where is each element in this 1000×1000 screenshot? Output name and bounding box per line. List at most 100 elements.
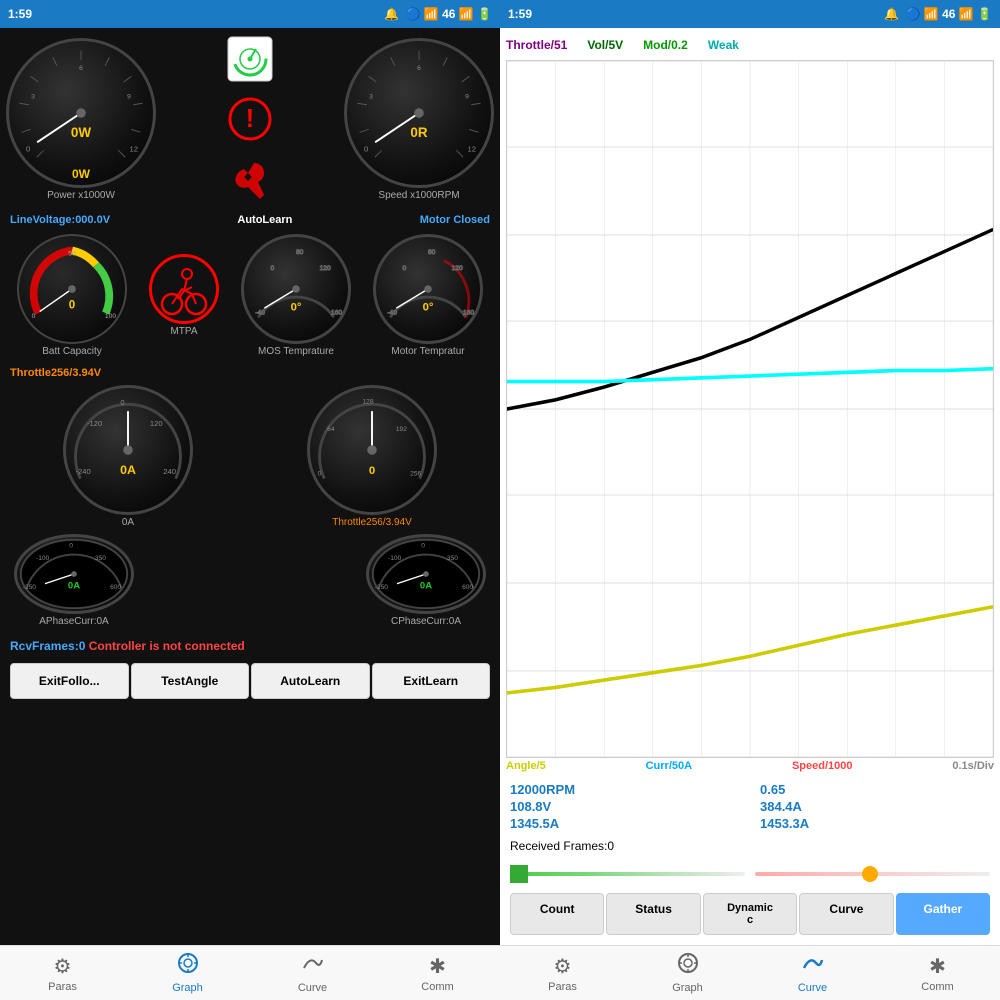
- auto-learn-label: AutoLearn: [237, 214, 292, 226]
- svg-text:256: 256: [410, 471, 421, 478]
- green-slider[interactable]: [510, 865, 745, 883]
- right-graph-icon: [677, 952, 699, 980]
- svg-text:-120: -120: [87, 419, 102, 428]
- mos-gauge: -40 0 80 120 160 0°: [241, 234, 351, 344]
- svg-text:-100: -100: [36, 555, 50, 562]
- right-nav-curve[interactable]: Curve: [750, 946, 875, 1000]
- speed-gauge: 0R 0 12 6 3 9: [344, 38, 494, 188]
- error-msg: Controller is not connected: [89, 639, 245, 653]
- motor-temp-gauge: -40 0 80 120 160 0°: [373, 234, 483, 344]
- sliders-row: [506, 859, 994, 889]
- stat-val3: 1453.3A: [760, 816, 990, 831]
- svg-text:6: 6: [417, 64, 421, 71]
- svg-text:6: 6: [79, 64, 83, 71]
- stat-voltage: 108.8V: [510, 799, 740, 814]
- right-paras-label: Paras: [548, 981, 577, 993]
- tab-gather[interactable]: Gather: [896, 893, 990, 935]
- stats-grid: 12000RPM 0.65 108.8V 384.4A 1345.5A 1453…: [506, 774, 994, 839]
- svg-text:600: 600: [462, 584, 473, 591]
- pink-slider[interactable]: [755, 865, 990, 883]
- speed-gauge-container: 0R 0 12 6 3 9 Speed x1000RPM: [344, 38, 494, 201]
- graph-icon-left: [177, 952, 199, 980]
- tab-curve[interactable]: Curve: [799, 893, 893, 935]
- legend-weak: Weak: [708, 38, 739, 52]
- comm-icon-left: ✱: [429, 954, 446, 979]
- exit-follow-btn[interactable]: ExitFollo...: [10, 663, 129, 699]
- legend-vol: Vol/5V: [587, 38, 623, 52]
- motor-closed-label: Motor Closed: [420, 214, 490, 226]
- right-comm-label: Comm: [921, 981, 953, 993]
- label-curr: Curr/50A: [646, 760, 692, 772]
- right-nav-graph[interactable]: Graph: [625, 946, 750, 1000]
- svg-text:0: 0: [69, 299, 75, 311]
- left-nav-curve[interactable]: Curve: [250, 946, 375, 1000]
- batt-gauge: 0 0 50 100: [17, 234, 127, 344]
- svg-text:9: 9: [465, 93, 469, 100]
- svg-text:0: 0: [402, 265, 406, 272]
- batt-label: Batt Capacity: [42, 346, 101, 357]
- chart-legend: Throttle/51 Vol/5V Mod/0.2 Weak: [506, 34, 994, 56]
- svg-text:120: 120: [452, 265, 463, 272]
- auto-learn-btn[interactable]: AutoLearn: [251, 663, 370, 699]
- status-row: LineVoltage:000.0V AutoLearn Motor Close…: [6, 210, 494, 230]
- left-bottom-nav: ⚙ Paras Graph Curve ✱ Comm: [0, 945, 500, 1000]
- right-nav-comm[interactable]: ✱ Comm: [875, 946, 1000, 1000]
- svg-text:-100: -100: [388, 555, 402, 562]
- svg-text:0: 0: [270, 265, 274, 272]
- right-curve-icon: [802, 952, 824, 980]
- svg-text:0: 0: [69, 542, 73, 549]
- tab-status[interactable]: Status: [606, 893, 700, 935]
- motor-temp-gauge-container: -40 0 80 120 160 0° Motor Tempratur: [373, 234, 483, 357]
- throttle-gauge: 0 64 128 192 256 0: [307, 385, 437, 515]
- svg-text:0: 0: [32, 313, 36, 320]
- svg-text:0: 0: [421, 542, 425, 549]
- tab-count[interactable]: Count: [510, 893, 604, 935]
- svg-text:192: 192: [396, 426, 407, 433]
- svg-text:128: 128: [362, 398, 373, 405]
- line-voltage: LineVoltage:000.0V: [10, 214, 110, 226]
- paras-label: Paras: [48, 981, 77, 993]
- right-content: Throttle/51 Vol/5V Mod/0.2 Weak: [500, 28, 1000, 945]
- svg-text:12: 12: [468, 144, 477, 153]
- current-label: 0A: [122, 517, 134, 528]
- throttle-gauge-container: 0 64 128 192 256 0 Throttle256/3.94V: [307, 385, 437, 528]
- mtpa-label: MTPA: [170, 326, 197, 337]
- svg-text:0: 0: [26, 144, 30, 153]
- gauges-row1: 0W 0 12 6 3 9 0W Power x1000W: [6, 34, 494, 204]
- right-nav-paras[interactable]: ⚙ Paras: [500, 946, 625, 1000]
- left-nav-paras[interactable]: ⚙ Paras: [0, 946, 125, 1000]
- svg-text:0W: 0W: [71, 125, 91, 140]
- left-nav-graph[interactable]: Graph: [125, 946, 250, 1000]
- tab-dynamic[interactable]: Dynamicc: [703, 893, 797, 935]
- gauges-row3: -240 -120 0 120 240 0A 0A: [6, 385, 494, 528]
- chart-area: [506, 60, 994, 758]
- curve-icon-left: [302, 952, 324, 980]
- cphase-container: -250-100 0350 600 0A CPhaseCurr:0A: [366, 534, 486, 627]
- stat-current: 1345.5A: [510, 816, 740, 831]
- middle-icons: !: [225, 34, 275, 204]
- orange-thumb: [861, 865, 879, 883]
- right-graph-label: Graph: [672, 982, 703, 994]
- mos-label: MOS Temprature: [258, 346, 334, 357]
- stat-val2: 384.4A: [760, 799, 990, 814]
- right-comm-icon: ✱: [929, 954, 946, 979]
- svg-text:80: 80: [296, 249, 304, 256]
- svg-text:-40: -40: [255, 310, 265, 317]
- current-gauge: -240 -120 0 120 240 0A: [63, 385, 193, 515]
- tab-buttons: Count Status Dynamicc Curve Gather: [506, 889, 994, 939]
- svg-text:9: 9: [127, 93, 131, 100]
- aphase-container: -250-100 0350 600 0A APhaseCurr:0A: [14, 534, 134, 627]
- green-thumb: [510, 865, 528, 883]
- speed-icon-box: [225, 34, 275, 84]
- svg-text:-40: -40: [387, 310, 397, 317]
- legend-mod: Mod/0.2: [643, 38, 688, 52]
- left-time: 1:59: [8, 7, 32, 21]
- test-angle-btn[interactable]: TestAngle: [131, 663, 250, 699]
- chart-bottom-labels: Angle/5 Curr/50A Speed/1000 0.1s/Div: [506, 758, 994, 774]
- label-angle: Angle/5: [506, 760, 546, 772]
- left-nav-comm[interactable]: ✱ Comm: [375, 946, 500, 1000]
- right-status-icons: 🔔 🔵 📶 46 📶 🔋: [884, 7, 992, 21]
- svg-text:120: 120: [320, 265, 331, 272]
- exit-learn-btn[interactable]: ExitLearn: [372, 663, 491, 699]
- power-gauge: 0W 0 12 6 3 9 0W: [6, 38, 156, 188]
